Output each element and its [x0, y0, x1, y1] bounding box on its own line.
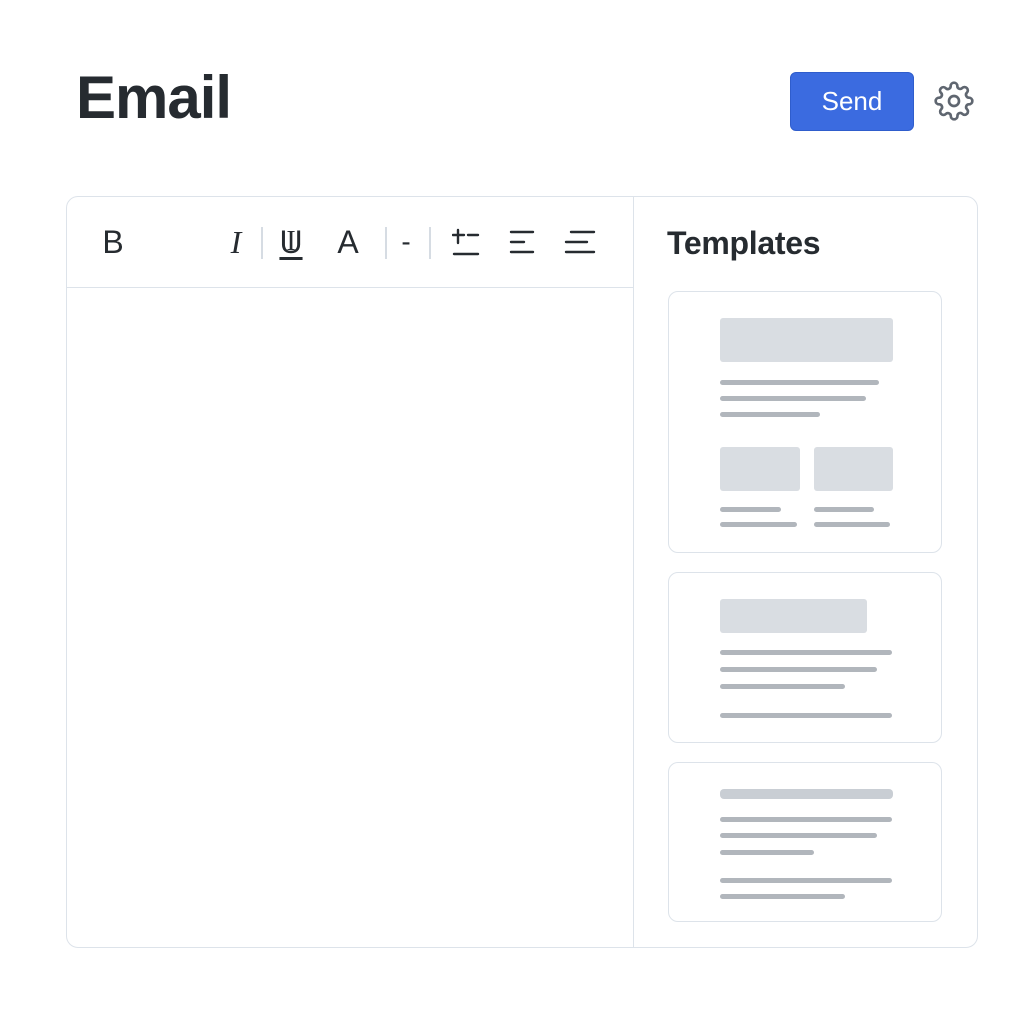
template-text-line — [720, 522, 797, 527]
template-card[interactable] — [668, 762, 942, 922]
template-text-line — [720, 667, 877, 672]
template-image-placeholder — [720, 447, 800, 491]
formatting-toolbar: B I U I A - — [67, 197, 633, 288]
template-text-line — [720, 817, 892, 822]
gear-icon — [934, 81, 974, 121]
page-title: Email — [76, 64, 232, 131]
template-text-line — [814, 522, 890, 527]
template-text-line — [720, 894, 845, 899]
templates-panel: Templates — [634, 197, 977, 947]
template-text-line — [720, 850, 814, 855]
dash-icon: - — [401, 226, 411, 257]
template-text-line — [814, 507, 874, 512]
indent-button[interactable] — [451, 223, 481, 261]
template-text-line — [720, 507, 781, 512]
align-left-icon — [509, 230, 535, 254]
template-text-line — [720, 684, 845, 689]
template-text-line — [720, 650, 892, 655]
template-text-line — [720, 396, 866, 401]
template-header-placeholder — [720, 789, 893, 799]
template-header-placeholder — [720, 318, 893, 362]
email-body-editor[interactable] — [67, 288, 633, 947]
bold-icon: B — [102, 223, 124, 260]
italic-icon: I — [230, 223, 242, 260]
template-header-placeholder — [720, 599, 867, 633]
text-cursor-button[interactable]: I — [279, 223, 303, 261]
send-button[interactable]: Send — [790, 72, 914, 131]
template-text-line — [720, 878, 892, 883]
template-text-line — [720, 412, 820, 417]
bold-button[interactable]: B — [97, 223, 129, 261]
editor-pane: B I U I A - — [67, 197, 634, 947]
template-card[interactable] — [668, 291, 942, 553]
font-color-button[interactable]: A — [333, 223, 363, 261]
editor-card: B I U I A - Templates — [66, 196, 978, 948]
align-left-button[interactable] — [507, 223, 537, 261]
templates-title: Templates — [667, 225, 821, 261]
dash-button[interactable]: - — [395, 223, 417, 261]
template-image-placeholder — [814, 447, 893, 491]
italic-button[interactable]: I — [221, 223, 251, 261]
email-composer: Email Send B I U I A - Templates — [0, 0, 1024, 1024]
align-right-icon — [564, 230, 596, 254]
template-card[interactable] — [668, 572, 942, 743]
toolbar-divider — [429, 227, 431, 259]
indent-icon — [452, 228, 480, 256]
settings-button[interactable] — [932, 79, 976, 123]
align-right-button[interactable] — [563, 223, 597, 261]
toolbar-divider — [385, 227, 387, 259]
toolbar-divider — [261, 227, 263, 259]
template-text-line — [720, 380, 879, 385]
font-color-icon: A — [337, 223, 359, 260]
template-text-line — [720, 713, 892, 718]
template-text-line — [720, 833, 877, 838]
text-cursor-icon: I — [286, 226, 296, 257]
